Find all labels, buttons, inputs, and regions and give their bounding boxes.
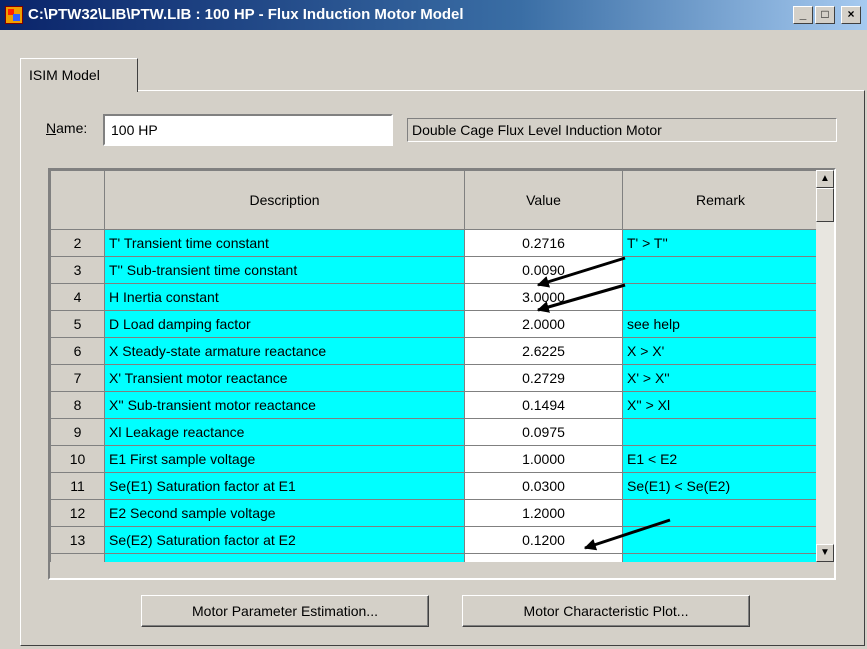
arrow-annotation-icon <box>536 256 626 288</box>
arrow-annotation-icon <box>583 518 671 551</box>
annotation-arrows <box>536 256 671 551</box>
dialog-window: C:\PTW32\LIB\PTW.LIB : 100 HP - Flux Ind… <box>0 0 867 649</box>
arrow-annotation-icon <box>536 283 626 313</box>
